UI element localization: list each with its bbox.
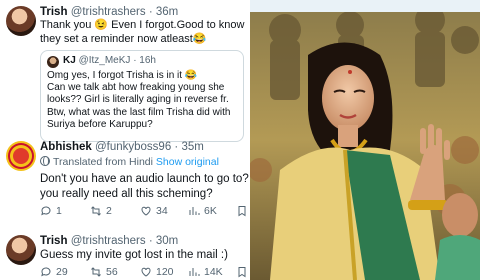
quoted-line: Btw, what was the last film Trisha did w… xyxy=(47,106,231,118)
reply3-header: Trish @trishtrashers · 30m xyxy=(40,234,178,248)
quoted-handle: @Itz_MeKJ xyxy=(78,55,131,66)
reply1-text-line1: Thank you 😉 Even I forgot.Good to know xyxy=(40,19,245,31)
reply2-time: · 35m xyxy=(174,141,204,153)
globe-icon xyxy=(40,156,50,166)
reply1-header: Trish @trishtrashers · 36m xyxy=(40,5,178,19)
reply3-handle[interactable]: @trishtrashers xyxy=(71,235,146,247)
quoted-text: Omg yes, I forgot Trisha is in it 😂 Can … xyxy=(47,70,239,131)
reply2-actions: 1 2 34 6K xyxy=(40,205,246,219)
avatar-trish[interactable] xyxy=(6,6,36,36)
reply3-name[interactable]: Trish xyxy=(40,235,67,247)
reply2-text: Don't you have an audio launch to go to?… xyxy=(40,172,249,202)
quoted-line: Omg yes, I forgot Trisha is in it 😂 xyxy=(47,70,198,81)
like-count: 34 xyxy=(156,205,168,217)
reply-button[interactable]: 1 xyxy=(40,205,62,217)
reply3-time: · 30m xyxy=(148,235,179,247)
reply1-text-line2: they set a reminder now atleast😂 xyxy=(40,32,207,45)
like-icon xyxy=(141,267,151,277)
repost-count: 2 xyxy=(106,205,112,217)
reply-count: 29 xyxy=(56,266,68,278)
quoted-tweet[interactable]: KJ @Itz_MeKJ · 16h Omg yes, I forgot Tri… xyxy=(40,50,244,142)
avatar-trish[interactable] xyxy=(6,235,36,265)
reply1-name[interactable]: Trish xyxy=(40,6,67,18)
reply-icon xyxy=(41,267,51,277)
views-button[interactable]: 6K xyxy=(188,205,217,217)
reply3-text: Guess my invite got lost in the mail :) xyxy=(40,249,228,263)
quoted-time: · 16h xyxy=(133,55,156,66)
show-original-link[interactable]: Show original xyxy=(156,156,219,168)
views-count: 14K xyxy=(204,266,223,278)
reply2-text-line2: you really need all this scheming? xyxy=(40,188,213,200)
reply3-actions: 29 56 120 14K xyxy=(40,266,246,280)
reply1-text: Thank you 😉 Even I forgot.Good to know t… xyxy=(40,19,244,46)
reply-icon xyxy=(41,206,51,216)
reply3-text-line1: Guess my invite got lost in the mail :) xyxy=(40,249,228,261)
views-icon xyxy=(189,268,200,276)
tweet-thread-panel: Trish @trishtrashers · 36m Thank you 😉 E… xyxy=(0,0,250,280)
translation-notice: Translated from Hindi Show original xyxy=(40,156,219,168)
like-icon xyxy=(141,206,151,216)
bookmark-button[interactable] xyxy=(236,205,250,217)
quoted-line: Suriya before Karuppu? xyxy=(47,118,153,130)
quoted-name: KJ xyxy=(63,55,76,66)
reply2-handle[interactable]: @funkyboss96 xyxy=(95,141,171,153)
repost-icon xyxy=(91,267,101,277)
repost-button[interactable]: 56 xyxy=(90,266,118,278)
photo-illustration xyxy=(250,0,480,280)
reply2-name[interactable]: Abhishek xyxy=(40,141,92,153)
repost-icon xyxy=(91,206,101,216)
quoted-avatar xyxy=(47,56,59,68)
views-count: 6K xyxy=(204,205,217,217)
bookmark-icon xyxy=(238,206,246,217)
repost-button[interactable]: 2 xyxy=(90,205,112,217)
actress-photo xyxy=(250,0,480,280)
bookmark-button[interactable] xyxy=(236,266,250,278)
reply1-time: · 36m xyxy=(148,6,179,18)
like-count: 120 xyxy=(156,266,174,278)
quoted-line: looks?? Girl is literally aging in rever… xyxy=(47,94,229,106)
views-icon xyxy=(189,207,200,215)
like-button[interactable]: 34 xyxy=(140,205,168,217)
quoted-header: KJ @Itz_MeKJ · 16h xyxy=(63,55,156,66)
avatar-abhishek[interactable] xyxy=(6,141,36,171)
bookmark-icon xyxy=(238,267,246,278)
views-button[interactable]: 14K xyxy=(188,266,223,278)
reply-count: 1 xyxy=(56,205,62,217)
like-button[interactable]: 120 xyxy=(140,266,174,278)
reply1-handle[interactable]: @trishtrashers xyxy=(71,6,146,18)
quoted-line: Can we talk abt how freaking young she xyxy=(47,82,225,94)
reply-button[interactable]: 29 xyxy=(40,266,68,278)
reply2-text-line1: Don't you have an audio launch to go to? xyxy=(40,173,249,185)
translated-label: Translated from Hindi xyxy=(53,156,153,168)
reply2-header: Abhishek @funkyboss96 · 35m xyxy=(40,140,204,154)
repost-count: 56 xyxy=(106,266,118,278)
